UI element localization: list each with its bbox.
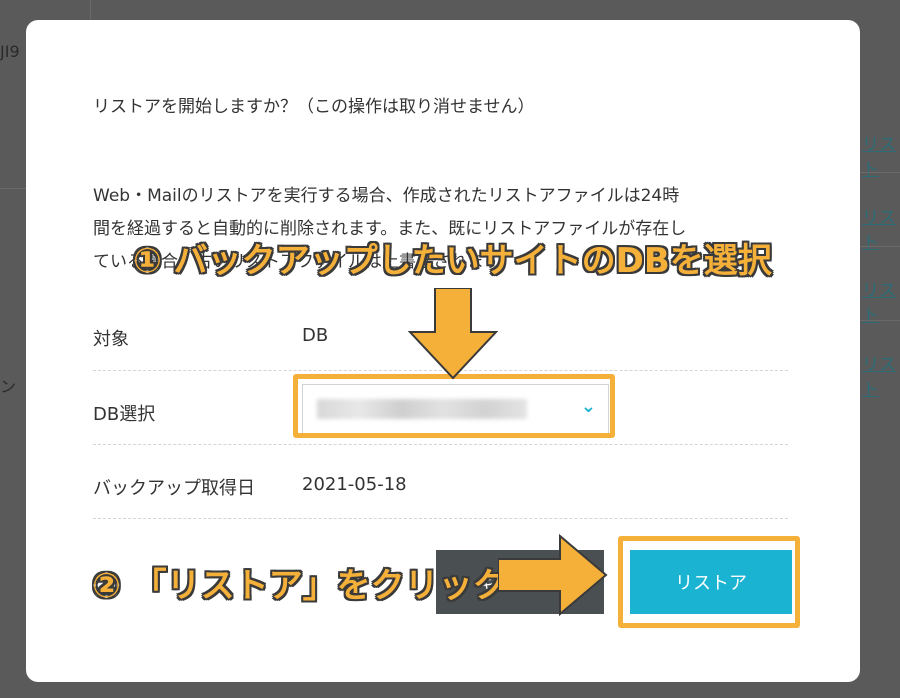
arrow-down-icon <box>408 288 498 380</box>
db-select-label: DB選択 <box>93 404 156 425</box>
modal-title: リストアを開始しますか？（この操作は取り消せません） <box>93 97 535 117</box>
background-divider <box>860 172 900 173</box>
annotation-step1: ① バックアップしたいサイトのDBを選択 <box>133 241 772 281</box>
description-line: Web・Mailのリストアを実行する場合、作成されたリストアファイルは24時 <box>93 186 680 206</box>
background-link[interactable]: リスト <box>862 350 900 400</box>
row-divider <box>93 518 788 519</box>
annotation-step2: ② 「リストア」をクリック <box>92 566 507 606</box>
target-value: DB <box>302 325 329 346</box>
backup-date-label: バックアップ取得日 <box>93 478 255 499</box>
db-select-highlight <box>293 374 615 438</box>
background-link[interactable]: リスト <box>862 276 900 326</box>
background-text: JI9 <box>0 42 20 61</box>
background-divider <box>0 188 26 189</box>
target-label: 対象 <box>93 329 129 350</box>
background-divider <box>860 320 900 321</box>
backup-date-value: 2021-05-18 <box>302 474 407 495</box>
restore-button[interactable]: リストア <box>630 550 792 614</box>
background-divider <box>860 246 900 247</box>
background-text: ン <box>0 377 17 396</box>
row-divider <box>93 444 788 445</box>
arrow-right-icon <box>498 534 608 616</box>
